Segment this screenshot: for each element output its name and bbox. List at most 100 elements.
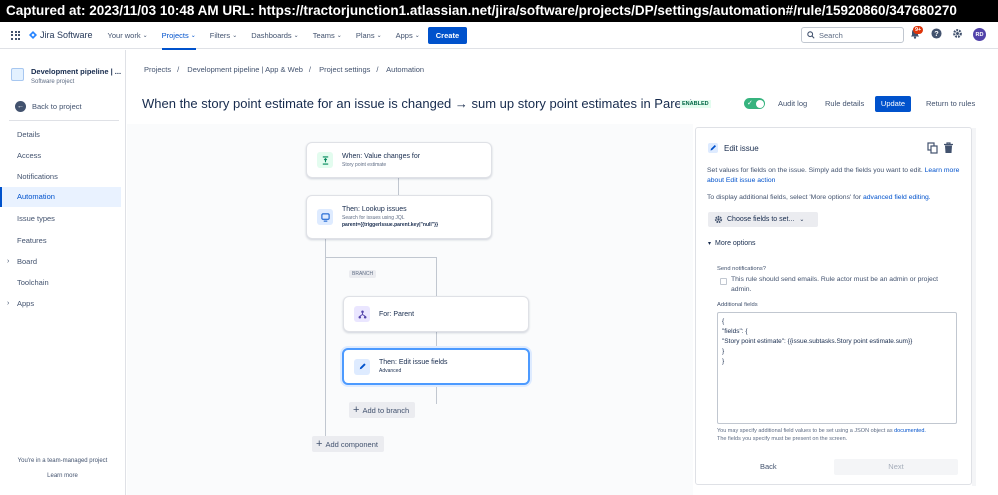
sidebar-item-toolchain[interactable]: Toolchain [0, 273, 121, 293]
sidebar-item-issue-types[interactable]: Issue types [0, 209, 121, 229]
trigger-node[interactable]: When: Value changes for Story point esti… [306, 142, 492, 178]
nav-apps[interactable]: Apps ⌄ [396, 31, 420, 40]
add-to-branch-label: Add to branch [362, 405, 410, 415]
note-text: You may specify additional field values … [717, 428, 893, 434]
search-input[interactable]: Search [801, 27, 904, 43]
rule-title[interactable]: When the story point estimate for an iss… [142, 96, 693, 111]
project-type: Software project [31, 79, 75, 85]
chevron-down-icon: ⌄ [232, 32, 238, 39]
settings-button[interactable] [952, 28, 963, 39]
return-to-rules-button[interactable]: Return to rules [926, 96, 975, 112]
lookup-node[interactable]: Then: Lookup issues Search for issues us… [306, 195, 492, 239]
chevron-down-icon: ▾ [708, 241, 712, 247]
json-help-note: You may specify additional field values … [717, 427, 962, 443]
breadcrumb-automation[interactable]: Automation [386, 65, 424, 74]
pencil-icon [708, 143, 718, 153]
sidebar-item-notifications[interactable]: Notifications [0, 167, 121, 187]
sidebar-item-label: Details [17, 130, 40, 139]
send-notifications-checkbox[interactable] [720, 278, 727, 285]
jira-logo-icon [29, 31, 37, 39]
chevron-down-icon: ⌄ [293, 32, 299, 39]
chevron-down-icon: ⌄ [190, 32, 196, 39]
nav-filters[interactable]: Filters ⌄ [210, 31, 237, 40]
connector-line [436, 257, 437, 297]
sidebar-item-apps[interactable]: › Apps [0, 294, 121, 314]
nav-label: Plans [355, 30, 375, 40]
chevron-right-icon: › [7, 258, 10, 265]
display-fields-hint: To display additional fields, select 'Mo… [707, 193, 969, 203]
choose-fields-label: Choose fields to set... [727, 216, 795, 223]
additional-fields-label: Additional fields [717, 302, 758, 308]
rule-details-button[interactable]: Rule details [825, 96, 864, 112]
nav-projects[interactable]: Projects ⌄ [161, 31, 196, 50]
trash-icon[interactable] [943, 142, 954, 154]
sidebar-item-label: Access [17, 151, 42, 160]
learn-more-link[interactable]: Learn more [0, 473, 125, 479]
nav-your-work[interactable]: Your work ⌄ [108, 31, 148, 40]
update-button[interactable]: Update [875, 96, 911, 112]
lookup-jql: parent={{triggerIssue.parent.key|"null"}… [342, 222, 439, 228]
documented-link[interactable]: documented. [894, 428, 926, 434]
nav-teams[interactable]: Teams ⌄ [313, 31, 342, 40]
sidebar-item-automation[interactable]: Automation [0, 187, 121, 207]
advanced-field-editing-link[interactable]: advanced field editing. [863, 194, 931, 201]
sidebar-item-label: Issue types [17, 214, 55, 223]
panel-scrollbar[interactable] [972, 128, 976, 486]
breadcrumb-settings[interactable]: Project settings [319, 65, 370, 74]
notifications-badge: 9+ [913, 26, 924, 34]
more-options-toggle[interactable]: ▾ More options [708, 240, 755, 247]
project-name: Development pipeline | ... [31, 67, 122, 76]
connector-line [325, 257, 436, 258]
pencil-icon [354, 358, 370, 375]
sidebar-item-access[interactable]: Access [0, 146, 121, 166]
check-icon: ✓ [747, 100, 753, 107]
chevron-down-icon: ⌄ [414, 32, 420, 39]
project-header[interactable]: Development pipeline | ... Software proj… [11, 67, 121, 85]
back-label: Back to project [32, 102, 82, 111]
chevron-down-icon: ⌄ [142, 32, 148, 39]
project-avatar [11, 68, 24, 81]
nav-plans[interactable]: Plans ⌄ [356, 31, 382, 40]
sidebar-item-label: Features [17, 236, 47, 245]
help-button[interactable]: ? [931, 28, 942, 39]
edit-node-sub: Advanced [379, 368, 402, 374]
breadcrumb-project[interactable]: Development pipeline | App & Web [187, 65, 303, 74]
sidebar-item-label: Apps [17, 299, 35, 308]
next-button[interactable]: Next [834, 459, 958, 475]
nav-label: Teams [312, 30, 335, 40]
audit-log-button[interactable]: Audit log [778, 96, 807, 112]
search-icon [807, 31, 815, 39]
edit-issue-panel: Edit issue Set values for fields on the … [695, 127, 972, 485]
create-button[interactable]: Create [427, 26, 468, 44]
status-badge: ENABLED [680, 100, 711, 108]
sidebar-item-label: Automation [17, 192, 55, 201]
note-text-2: The fields you specify must be present o… [717, 436, 848, 442]
back-to-project-link[interactable]: ← Back to project [15, 101, 82, 112]
sidebar-item-features[interactable]: Features [0, 231, 121, 251]
add-component-button[interactable]: + Add component [312, 436, 384, 452]
avatar[interactable]: RD [973, 28, 986, 41]
jira-logo[interactable]: Jira Software [29, 30, 93, 40]
send-notifications-label: Send notifications? [717, 266, 766, 272]
rule-enabled-toggle[interactable]: ✓ [744, 98, 765, 109]
connector-line [436, 332, 437, 349]
more-options-label: More options [715, 240, 756, 247]
branch-tag: BRANCH [349, 270, 377, 278]
copy-icon[interactable] [927, 142, 938, 154]
choose-fields-dropdown[interactable]: Choose fields to set... ⌄ [708, 212, 818, 227]
sidebar-item-details[interactable]: Details [0, 125, 121, 145]
sidebar-item-board[interactable]: › Board [0, 252, 121, 272]
plus-icon: + [316, 438, 323, 450]
edit-issue-node[interactable]: Then: Edit issue fields Advanced [342, 348, 530, 385]
breadcrumb-projects[interactable]: Projects [144, 65, 171, 74]
edit-node-title: Then: Edit issue fields [379, 359, 448, 366]
nav-label: Your work [107, 30, 141, 40]
back-button[interactable]: Back [760, 462, 777, 471]
lookup-issues-icon [317, 209, 333, 225]
add-to-branch-button[interactable]: + Add to branch [349, 402, 416, 418]
app-switcher-icon[interactable] [11, 30, 20, 40]
capture-banner: Captured at: 2023/11/03 10:48 AM URL: ht… [0, 0, 998, 22]
additional-fields-textarea[interactable]: { "fields": { "Story point estimate": {{… [717, 312, 957, 424]
branch-for-parent-node[interactable]: For: Parent [343, 296, 529, 332]
nav-dashboards[interactable]: Dashboards ⌄ [251, 31, 298, 40]
